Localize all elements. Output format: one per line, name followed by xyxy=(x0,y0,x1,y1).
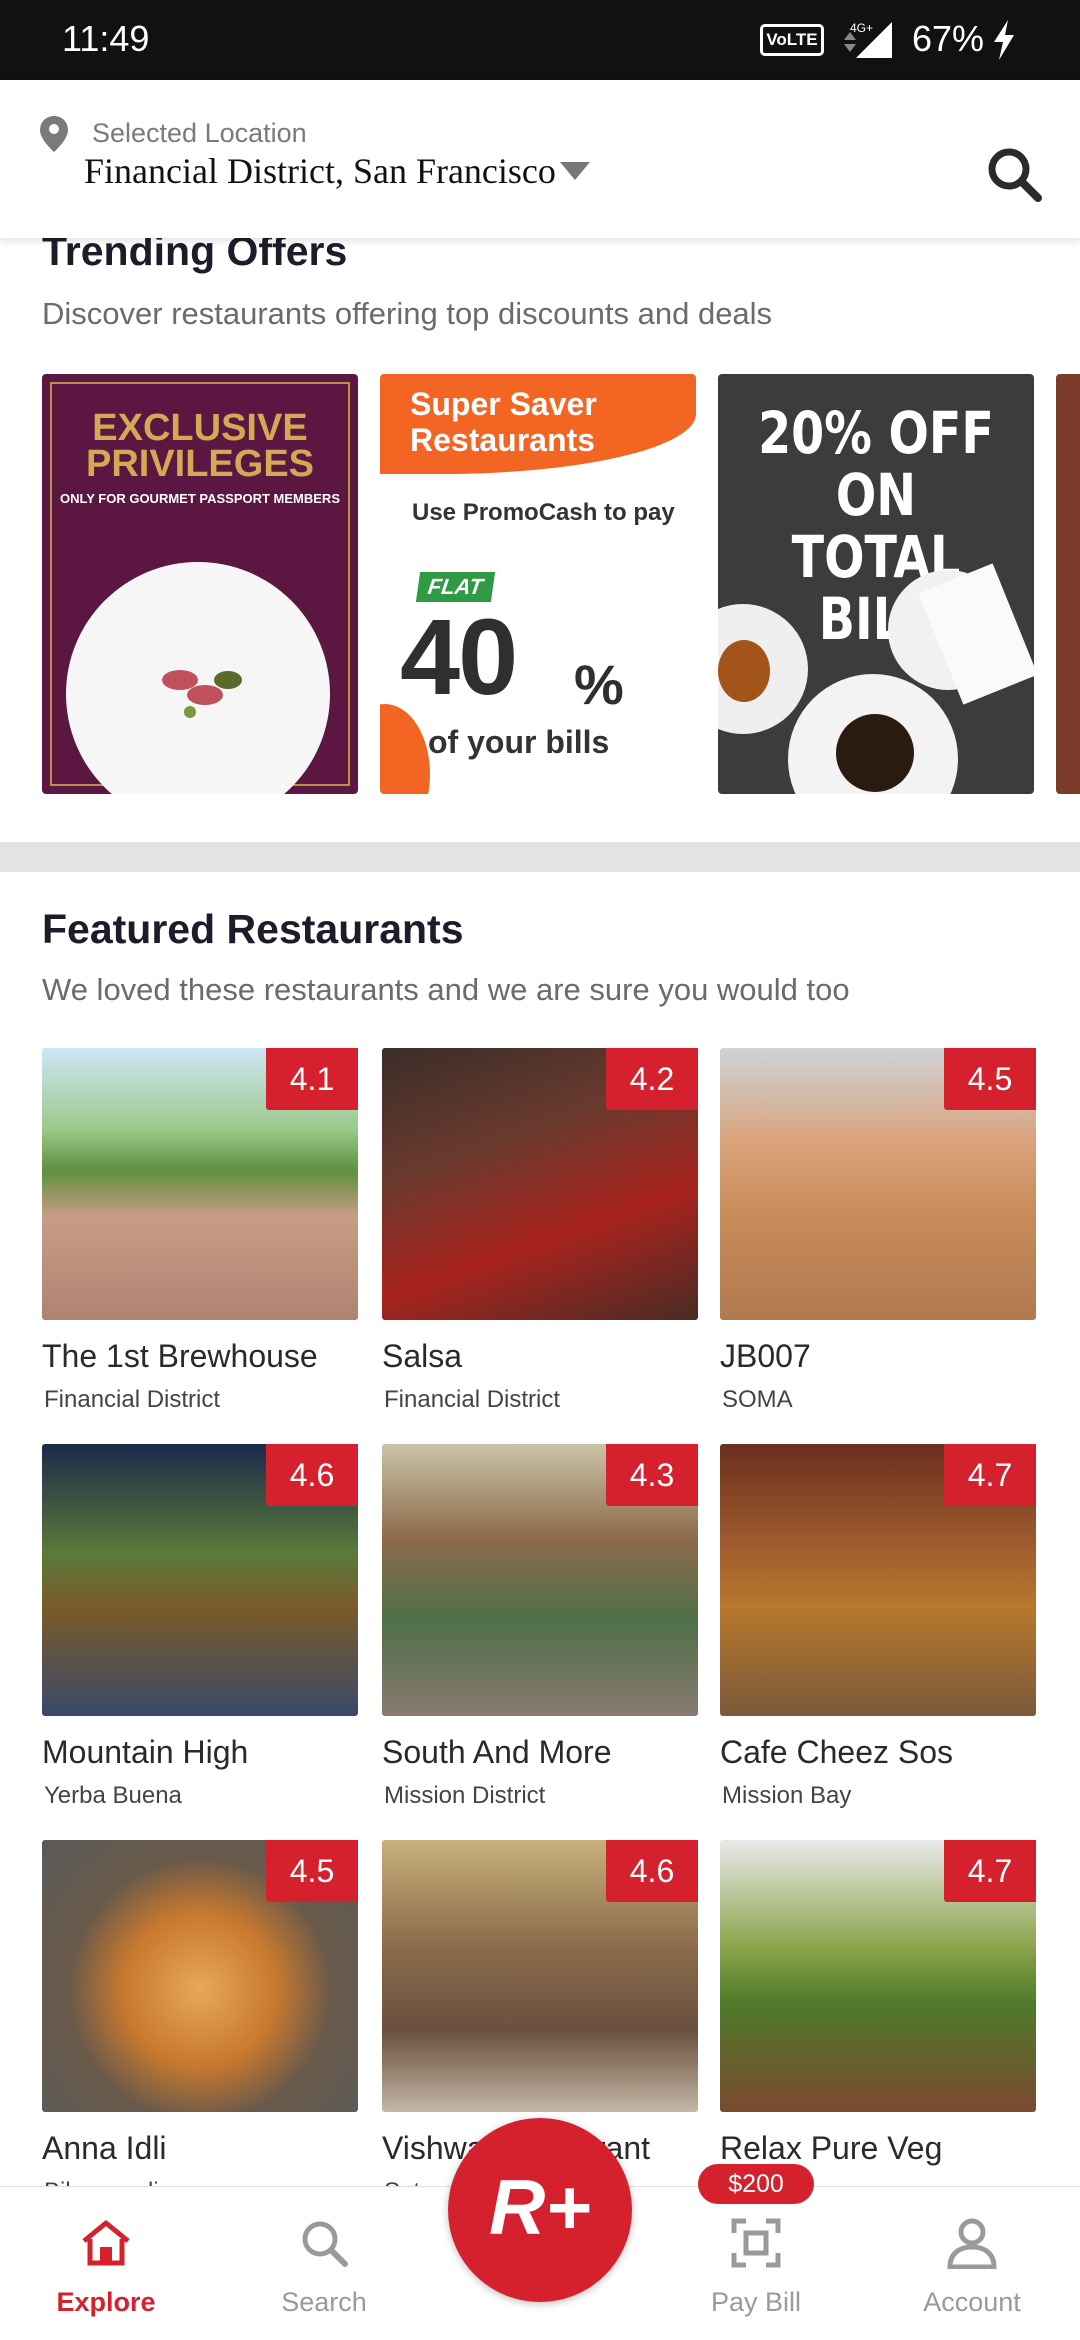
pastry-image xyxy=(718,640,770,702)
location-header: Selected Location Financial District, Sa… xyxy=(0,80,1080,238)
offer-subline: ONLY FOR GOURMET PASSPORT MEMBERS xyxy=(59,491,340,506)
nav-pay-bill[interactable]: Pay Bill xyxy=(666,2187,846,2340)
svg-text:4G+: 4G+ xyxy=(850,21,873,35)
rating-badge: 4.7 xyxy=(944,1840,1036,1902)
location-selector[interactable]: Financial District, San Francisco xyxy=(84,150,556,192)
scan-icon xyxy=(731,2218,781,2268)
nav-label: Explore xyxy=(56,2287,156,2317)
rating-badge: 4.1 xyxy=(266,1048,358,1110)
restaurant-name: JB007 xyxy=(720,1338,811,1374)
pin-icon xyxy=(40,116,68,152)
offer-card-exclusive-privileges[interactable]: EXCLUSIVE PRIVILEGES ONLY FOR GOURMET PA… xyxy=(42,374,358,794)
nav-account[interactable]: Account xyxy=(882,2187,1062,2340)
restaurant-name: Cafe Cheez Sos xyxy=(720,1734,954,1770)
restaurant-name: The 1st Brewhouse xyxy=(42,1338,318,1374)
offer-line: of your bills xyxy=(428,724,610,760)
trending-subtitle: Discover restaurants offering top discou… xyxy=(42,296,773,331)
section-divider xyxy=(0,842,1080,872)
offer-card-super-saver[interactable]: Super Saver Restaurants Use PromoCash to… xyxy=(380,374,696,794)
nav-label: Search xyxy=(281,2287,367,2317)
charging-icon xyxy=(994,20,1014,60)
promo-cash-badge: $200 xyxy=(698,2164,814,2204)
coffee-image xyxy=(836,714,914,792)
status-time: 11:49 xyxy=(62,18,150,59)
nav-label: Pay Bill xyxy=(710,2287,802,2317)
restaurant-area: Mission District xyxy=(384,1782,546,1809)
offer-headline: Super Saver Restaurants xyxy=(410,386,597,458)
restaurant-name: Mountain High xyxy=(42,1734,249,1770)
volte-icon: VoLTE xyxy=(760,24,824,56)
restaurant-area: Financial District xyxy=(384,1386,561,1413)
user-icon xyxy=(947,2218,997,2269)
restaurant-name: Anna Idli xyxy=(42,2130,167,2166)
battery-level: 67% xyxy=(912,18,985,59)
featured-title: Featured Restaurants xyxy=(42,906,464,952)
food-image xyxy=(162,670,242,718)
restaurant-name: Salsa xyxy=(382,1338,463,1374)
rating-badge: 4.5 xyxy=(944,1048,1036,1110)
rating-badge: 4.2 xyxy=(606,1048,698,1110)
restaurant-area: Financial District xyxy=(44,1386,221,1413)
restaurant-area: Mission Bay xyxy=(722,1782,852,1809)
home-icon xyxy=(82,2220,130,2266)
offer-line: Use PromoCash to pay xyxy=(412,499,675,526)
fab-label: R+ xyxy=(489,2163,591,2251)
nav-search[interactable]: Search xyxy=(234,2187,414,2340)
rating-badge: 4.7 xyxy=(944,1444,1036,1506)
r-plus-button[interactable]: R+ xyxy=(448,2118,632,2302)
status-bar: 11:49 VoLTE 4G+ 67% xyxy=(0,0,1080,80)
signal-icon: 4G+ xyxy=(844,21,892,58)
offer-headline: EXCLUSIVE PRIVILEGES xyxy=(85,407,315,485)
offer-card-partial[interactable] xyxy=(1056,374,1080,794)
search-icon xyxy=(302,2221,348,2267)
offer-card-20-off[interactable]: 20% OFF ON TOTAL BILL xyxy=(718,374,1034,794)
restaurant-name: South And More xyxy=(382,1734,612,1770)
offer-percent: % xyxy=(574,653,624,716)
rating-badge: 4.6 xyxy=(606,1840,698,1902)
offers-carousel[interactable]: EXCLUSIVE PRIVILEGES ONLY FOR GOURMET PA… xyxy=(42,374,1080,794)
featured-subtitle: We loved these restaurants and we are su… xyxy=(42,972,850,1007)
restaurant-area: SOMA xyxy=(722,1386,793,1413)
nav-explore[interactable]: Explore xyxy=(16,2187,196,2340)
restaurant-name: Relax Pure Veg xyxy=(720,2130,943,2166)
location-label: Selected Location xyxy=(92,118,307,148)
search-icon[interactable] xyxy=(986,146,1042,202)
caret-down-icon[interactable] xyxy=(560,162,590,182)
nav-label: Account xyxy=(923,2287,1021,2317)
offer-amount: 40 xyxy=(400,596,518,717)
rating-badge: 4.3 xyxy=(606,1444,698,1506)
restaurant-area: Yerba Buena xyxy=(44,1782,182,1809)
rating-badge: 4.5 xyxy=(266,1840,358,1902)
rating-badge: 4.6 xyxy=(266,1444,358,1506)
